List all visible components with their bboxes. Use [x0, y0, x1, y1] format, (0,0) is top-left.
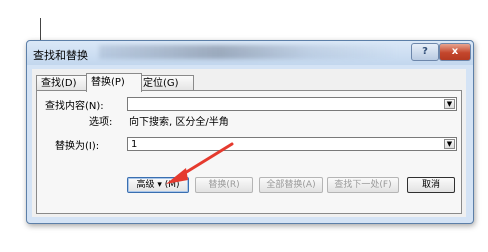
find-replace-dialog: 查找和替换 ? x 查找(D) 替换(P) 定位(G) 查找内容(N): ▼ 选…	[26, 40, 474, 224]
tab-replace[interactable]: 替换(P)	[86, 73, 142, 92]
more-button[interactable]: 高级 ▾ (M)	[127, 177, 189, 193]
find-next-button[interactable]: 查找下一处(F)	[327, 177, 399, 193]
chevron-down-icon[interactable]: ▼	[444, 99, 455, 109]
blurred-background-region	[99, 45, 399, 59]
more-button-label: 高级 ▾ (M)	[136, 180, 180, 190]
find-what-input[interactable]: ▼	[127, 97, 457, 111]
close-button[interactable]: x	[439, 43, 471, 61]
replace-all-button-label: 全部替换(A)	[266, 180, 316, 190]
dialog-content: 查找(D) 替换(P) 定位(G) 查找内容(N): ▼ 选项: 向下搜索, 区…	[32, 69, 466, 217]
replace-button[interactable]: 替换(R)	[195, 177, 253, 193]
replace-button-label: 替换(R)	[208, 180, 240, 190]
options-value: 向下搜索, 区分全/半角	[129, 117, 229, 128]
replace-with-value: 1	[131, 139, 138, 150]
title-bar[interactable]: 查找和替换 ? x	[27, 41, 473, 65]
cancel-button[interactable]: 取消	[407, 177, 455, 193]
chevron-down-icon[interactable]: ▼	[444, 139, 455, 149]
options-label: 选项:	[89, 117, 113, 128]
help-button[interactable]: ?	[411, 43, 439, 61]
find-next-button-label: 查找下一处(F)	[334, 180, 392, 190]
tab-find[interactable]: 查找(D)	[36, 75, 88, 91]
dialog-title: 查找和替换	[33, 49, 88, 62]
close-icon: x	[451, 46, 459, 57]
replace-all-button[interactable]: 全部替换(A)	[259, 177, 323, 193]
replace-with-input[interactable]: 1 ▼	[127, 137, 457, 151]
text-cursor	[40, 18, 41, 40]
tab-goto[interactable]: 定位(G)	[138, 75, 194, 91]
find-what-label: 查找内容(N):	[45, 101, 104, 112]
replace-with-label: 替换为(I):	[55, 141, 100, 152]
replace-panel: 查找内容(N): ▼ 选项: 向下搜索, 区分全/半角 替换为(I): 1 ▼ …	[36, 90, 462, 214]
cancel-button-label: 取消	[421, 180, 440, 190]
